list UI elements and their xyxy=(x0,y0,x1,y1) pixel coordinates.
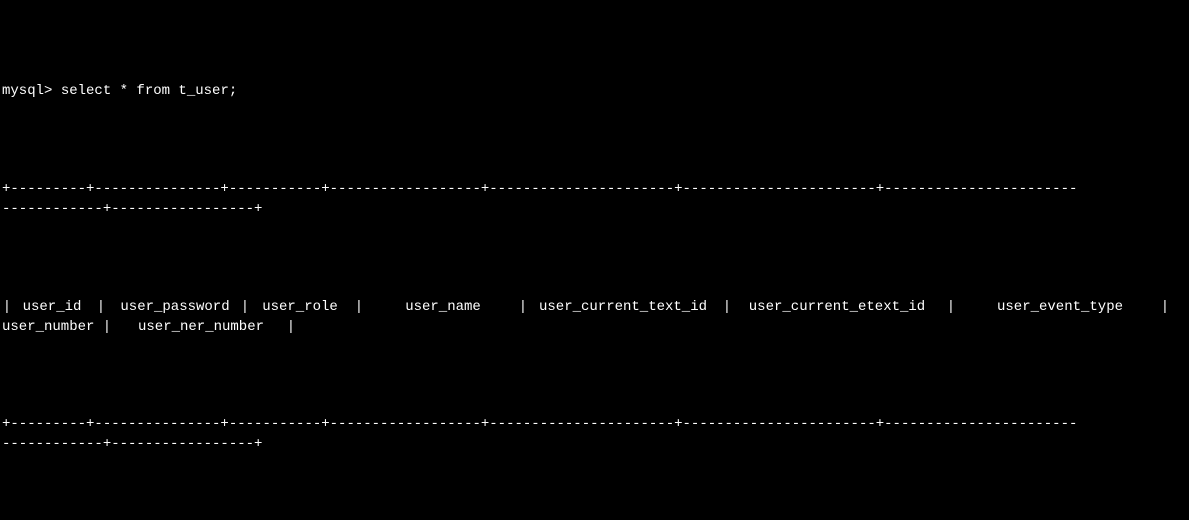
header-user-name: user_name xyxy=(364,298,518,318)
table-border-top: +---------+---------------+-----------+-… xyxy=(2,180,1189,219)
mysql-terminal[interactable]: mysql> select * from t_user; +---------+… xyxy=(0,0,1189,520)
mysql-prompt: mysql> xyxy=(2,83,61,99)
header-event-type: user_event_type xyxy=(956,298,1160,318)
header-user-id: user_id xyxy=(12,298,96,318)
table-border-mid: +---------+---------------+-----------+-… xyxy=(2,415,1189,454)
header-current-etext-id: user_current_etext_id xyxy=(732,298,946,318)
header-current-text-id: user_current_text_id xyxy=(528,298,722,318)
pipe-icon: | xyxy=(2,298,12,318)
sql-query: select * from t_user; xyxy=(61,83,237,99)
header-user-role: user_role xyxy=(250,298,354,318)
header-user-number: user_number xyxy=(2,318,102,338)
prompt-line: mysql> select * from t_user; xyxy=(2,82,1189,102)
header-user-password: user_password xyxy=(106,298,240,318)
header-user-ner-number: user_ner_number xyxy=(112,318,286,338)
table-header: |user_id|user_password|user_role|user_na… xyxy=(2,298,1189,337)
